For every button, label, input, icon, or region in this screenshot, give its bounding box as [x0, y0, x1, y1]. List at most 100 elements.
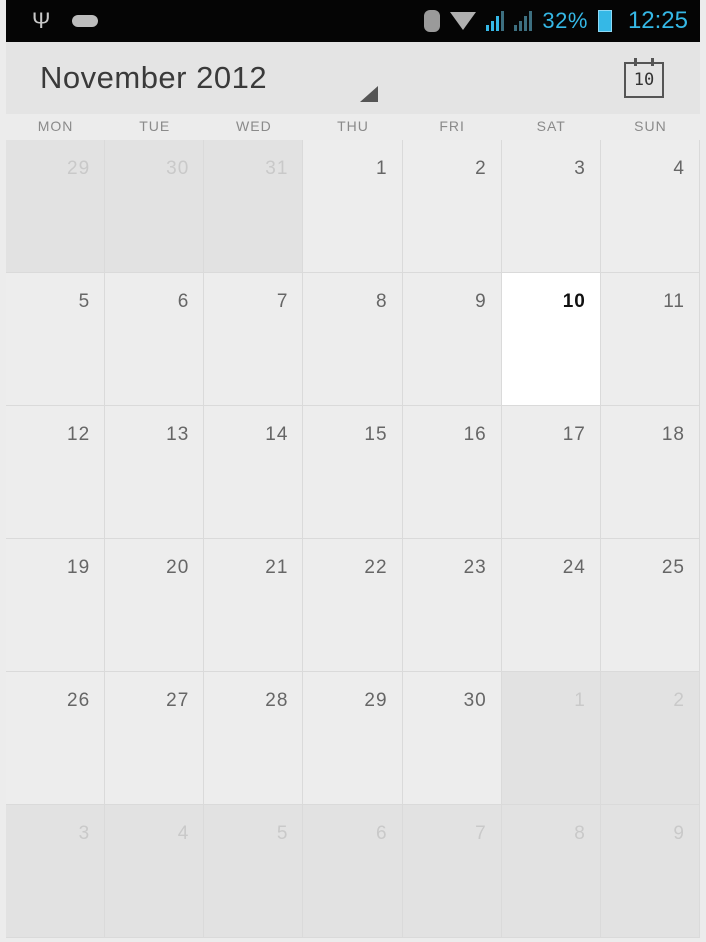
day-cell[interactable]: 4: [105, 805, 205, 938]
day-number: 6: [375, 823, 388, 844]
day-number: 11: [663, 291, 685, 312]
bluetooth-icon: [424, 10, 441, 32]
day-cell[interactable]: 12: [6, 406, 106, 539]
day-cell[interactable]: 5: [6, 273, 106, 406]
day-cell[interactable]: 24: [501, 539, 601, 672]
weekday-label: TUE: [139, 118, 171, 134]
today-button[interactable]: 10: [624, 58, 664, 98]
day-cell[interactable]: 1: [303, 140, 403, 273]
day-number: 15: [364, 424, 388, 445]
signal-icon: [514, 11, 533, 31]
day-cell[interactable]: 7: [204, 273, 304, 406]
month-title[interactable]: November 2012: [40, 60, 267, 96]
day-number: 25: [661, 557, 685, 578]
day-cell[interactable]: 1: [501, 672, 601, 805]
day-number: 10: [562, 291, 586, 312]
day-cell[interactable]: 18: [600, 406, 700, 539]
day-number: 28: [265, 690, 289, 711]
day-number: 16: [463, 424, 487, 445]
today-button-day: 10: [633, 70, 655, 90]
day-cell[interactable]: 11: [600, 273, 700, 406]
day-cell[interactable]: 2: [600, 672, 700, 805]
battery-icon: [597, 10, 612, 32]
day-cell[interactable]: 3: [501, 140, 601, 273]
day-cell[interactable]: 26: [6, 672, 106, 805]
day-cell[interactable]: 15: [303, 406, 403, 539]
day-cell[interactable]: 21: [204, 539, 304, 672]
day-cell[interactable]: 17: [501, 406, 601, 539]
signal-icon: [486, 11, 505, 31]
day-number: 7: [276, 291, 289, 312]
day-cell[interactable]: 22: [303, 539, 403, 672]
day-cell[interactable]: 27: [105, 672, 205, 805]
day-cell[interactable]: 23: [402, 539, 502, 672]
clock: 12:25: [627, 7, 688, 34]
day-number: 31: [265, 158, 289, 179]
day-number: 24: [562, 557, 586, 578]
day-number: 13: [166, 424, 190, 445]
calendar-screen: Ψ 32% 12:25 November 2012 10 MON TUE WED…: [0, 0, 706, 942]
day-number: 8: [574, 823, 586, 844]
day-number: 3: [78, 823, 91, 844]
day-number: 14: [265, 424, 289, 445]
day-cell[interactable]: 8: [303, 273, 403, 406]
day-cell[interactable]: 9: [402, 273, 502, 406]
weekday-label: THU: [337, 118, 369, 134]
weekday-header: MON TUE WED THU FRI SAT SUN: [6, 114, 700, 140]
weekday-label: SUN: [634, 118, 667, 134]
day-cell[interactable]: 30: [402, 672, 502, 805]
day-cell[interactable]: 8: [501, 805, 601, 938]
day-cell[interactable]: 31: [204, 140, 304, 273]
weekday-label: SAT: [536, 118, 566, 134]
status-bar: Ψ 32% 12:25: [6, 0, 700, 42]
day-cell[interactable]: 16: [402, 406, 502, 539]
month-grid: 29 30 31 1 2 3 4 5 6 7 8 9 10 11 12 13 1…: [6, 140, 700, 938]
day-number: 23: [463, 557, 487, 578]
day-cell[interactable]: 7: [402, 805, 502, 938]
day-number: 1: [574, 690, 586, 711]
day-cell[interactable]: 5: [204, 805, 304, 938]
day-cell[interactable]: 29: [6, 140, 106, 273]
battery-percent: 32%: [542, 8, 588, 33]
day-number: 26: [67, 690, 91, 711]
day-cell[interactable]: 9: [600, 805, 700, 938]
day-number: 9: [475, 291, 487, 312]
day-cell[interactable]: 14: [204, 406, 304, 539]
day-number: 29: [364, 690, 388, 711]
day-number: 3: [574, 158, 586, 179]
day-cell[interactable]: 4: [600, 140, 700, 273]
day-number: 30: [463, 690, 487, 711]
day-number: 30: [166, 158, 190, 179]
weekday-label: FRI: [439, 118, 465, 134]
weekday-label: WED: [236, 118, 272, 134]
day-number: 7: [475, 823, 487, 844]
day-cell[interactable]: 2: [402, 140, 502, 273]
wifi-icon: [450, 12, 477, 30]
day-cell[interactable]: 13: [105, 406, 205, 539]
usb-icon: Ψ: [32, 8, 51, 33]
day-number: 18: [661, 424, 685, 445]
day-number: 4: [673, 158, 685, 179]
day-number: 21: [265, 557, 289, 578]
today-cell[interactable]: 10: [501, 273, 601, 406]
day-cell[interactable]: 29: [303, 672, 403, 805]
day-cell[interactable]: 20: [105, 539, 205, 672]
day-number: 5: [276, 823, 289, 844]
view-dropdown-icon[interactable]: [360, 86, 378, 102]
usb-debug-icon: [72, 15, 99, 27]
day-cell[interactable]: 19: [6, 539, 106, 672]
day-cell[interactable]: 30: [105, 140, 205, 273]
day-number: 6: [177, 291, 190, 312]
day-number: 8: [375, 291, 388, 312]
day-number: 20: [166, 557, 190, 578]
day-number: 17: [562, 424, 586, 445]
day-cell[interactable]: 28: [204, 672, 304, 805]
day-cell[interactable]: 3: [6, 805, 106, 938]
day-cell[interactable]: 6: [303, 805, 403, 938]
calendar-header: November 2012 10: [6, 42, 700, 114]
day-cell[interactable]: 25: [600, 539, 700, 672]
day-number: 12: [67, 424, 91, 445]
day-number: 9: [673, 823, 685, 844]
day-number: 1: [375, 158, 388, 179]
day-cell[interactable]: 6: [105, 273, 205, 406]
